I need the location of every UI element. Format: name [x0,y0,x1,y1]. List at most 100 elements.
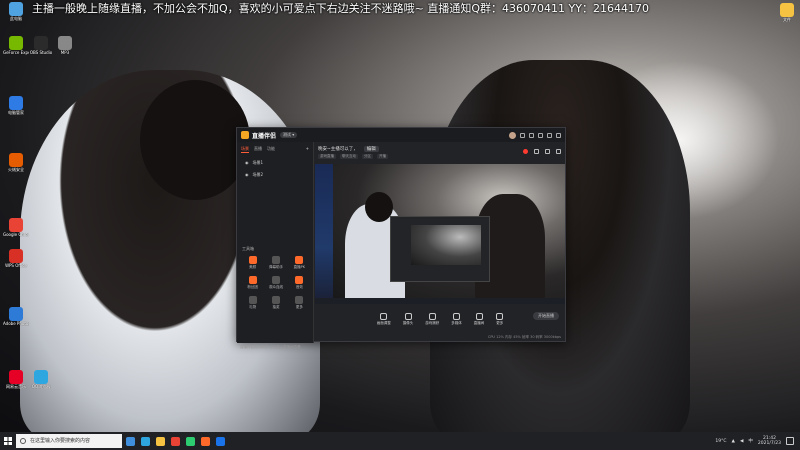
room-tag[interactable]: 游戏直播 [318,154,336,159]
scene-item[interactable]: ◉ 场景2 [237,169,313,181]
desktop-icon[interactable]: 电脑管家 [3,96,29,115]
tool-item[interactable]: 抽奖 [264,296,287,310]
tab-live[interactable]: 直播 [254,146,262,153]
room-tag[interactable]: 聊天互动 [340,154,358,159]
tool-item[interactable]: 美颜 [241,256,264,270]
screen-icon [380,312,388,320]
start-live-button[interactable]: 开始直播 [533,312,559,320]
taskbar-app-icon[interactable] [156,436,165,446]
lottery-icon [271,296,280,304]
security-icon [9,153,23,167]
tool-item[interactable]: 观众连线 [264,276,287,290]
pk-icon [295,256,304,264]
taskbar-app-icon[interactable] [201,436,210,446]
settings-icon[interactable] [520,132,525,138]
toolbar-button[interactable]: 直播间 [474,312,484,326]
taskbar-search-input[interactable]: 在这里输入你要搜索的内容 [16,434,122,448]
title-controls [509,131,561,139]
game-capture-icon [428,312,436,320]
stream-preview[interactable] [315,164,565,304]
toolbar-button[interactable]: 摄像头 [403,312,413,326]
scene-item[interactable]: ◉ 场景1 [237,157,313,169]
chrome-icon [9,218,23,232]
tool-item[interactable]: 礼物 [241,296,264,310]
toolbox-heading: 工具箱 [242,246,254,251]
tab-scene[interactable]: 场景 [241,146,249,153]
tool-item[interactable]: 直播PK [288,256,311,270]
eye-icon[interactable]: ◉ [245,172,249,178]
weather-text[interactable]: 19°C [715,439,726,444]
room-title: 晚安~主播可以了， [318,147,358,152]
scene-label: 场景1 [252,160,264,165]
volume-icon[interactable]: ◀ [740,439,743,444]
desktop-icon[interactable]: WPS Office [3,249,29,268]
file-icon [780,3,794,17]
notification-icon[interactable] [786,437,794,445]
app-name: 直播伴侣 [252,132,277,140]
tool-item[interactable]: 更多 [288,296,311,310]
network-icon[interactable]: ▲ [731,439,734,444]
minimize-icon[interactable] [538,132,543,138]
menu-icon[interactable] [529,132,534,138]
toolbox-grid: 美颜 弹幕助手 直播PK 粉丝团 观众连线 音效 礼物 抽奖 更多 [241,256,311,310]
desktop-icon[interactable]: Google Chrome [3,218,29,237]
pc-manager-icon [9,96,23,110]
version-badge[interactable]: 测试 ▾ [280,132,298,138]
status-line: CPU 12% 内存 45% 帧率 30 码率 3000kbps [487,335,561,339]
tool-item[interactable]: 粉丝团 [241,276,264,290]
media-icon [453,312,460,320]
clock[interactable]: 21:42 2021/7/23 [758,436,781,446]
tab-function[interactable]: 功能 [267,146,275,153]
desktop-icon[interactable]: 网易云音乐 [3,370,29,389]
tool-item[interactable]: 音效 [288,276,311,290]
add-scene-button[interactable]: + [306,146,309,153]
system-tray: 19°C ▲ ◀ 中 21:42 2021/7/23 [715,436,800,446]
taskbar-app-icon[interactable] [171,436,180,446]
desktop-icon[interactable]: 文件 [774,3,800,22]
taskbar-app-icon[interactable] [126,436,135,446]
preview-nested-image [411,225,481,265]
toolbar-button[interactable]: 画面调整 [377,312,391,326]
desktop-icon[interactable]: 火绒安全 [3,153,29,172]
record-icon[interactable] [534,149,539,154]
maximize-icon[interactable] [547,132,552,138]
app-logo-icon [241,131,249,139]
more-icon [295,296,304,304]
taskbar-app-icon[interactable] [141,436,150,446]
wps-icon [9,249,23,263]
toolbar-button[interactable]: 更多 [496,312,504,326]
start-button[interactable] [0,432,16,450]
eye-icon[interactable]: ◉ [245,160,249,166]
ime-indicator[interactable]: 中 [748,438,753,444]
desktop-icon[interactable]: Adobe Photoshop [3,307,29,326]
taskbar-app-icon[interactable] [186,436,195,446]
desktop-icon[interactable]: 此电脑 [3,2,29,21]
close-icon[interactable] [556,132,561,138]
layout-icon[interactable] [545,149,550,154]
toolbar-button[interactable]: 多媒体 [451,312,462,326]
browser-icon [34,370,48,384]
desktop-icon[interactable]: MP3 [52,36,78,55]
taskbar-app-icon[interactable] [216,436,225,446]
avatar[interactable] [509,131,516,139]
room-tag[interactable]: 开播 [377,154,388,159]
gift-icon [248,296,257,304]
more-icon [496,312,504,320]
desktop-icon[interactable]: GeForce Experience [3,36,29,55]
share-icon[interactable] [556,149,561,154]
left-notice[interactable]: 直播伴侣实时精彩 点击进入直播间查看 [240,345,301,350]
desktop-icon[interactable]: QQ浏览器 [28,370,54,389]
tool-item[interactable]: 弹幕助手 [264,256,287,270]
edit-room-button[interactable]: 编辑 [363,146,379,152]
taskbar: 在这里输入你要搜索的内容 19°C ▲ ◀ 中 21:42 2021/7/23 [0,432,800,450]
desktop-icon[interactable]: OBS Studio [28,36,54,55]
toolbar-button[interactable]: 游戏捕获 [425,312,439,326]
date-text: 2021/7/23 [757,441,781,446]
live-indicator-icon[interactable] [523,149,528,154]
beauty-icon [248,256,257,264]
room-tag[interactable]: 分区 [362,154,373,159]
taskbar-apps [126,436,225,446]
window-titlebar[interactable]: 直播伴侣 测试 ▾ [237,128,565,142]
preview-desktop-strip [315,164,333,304]
mp3-icon [58,36,72,50]
